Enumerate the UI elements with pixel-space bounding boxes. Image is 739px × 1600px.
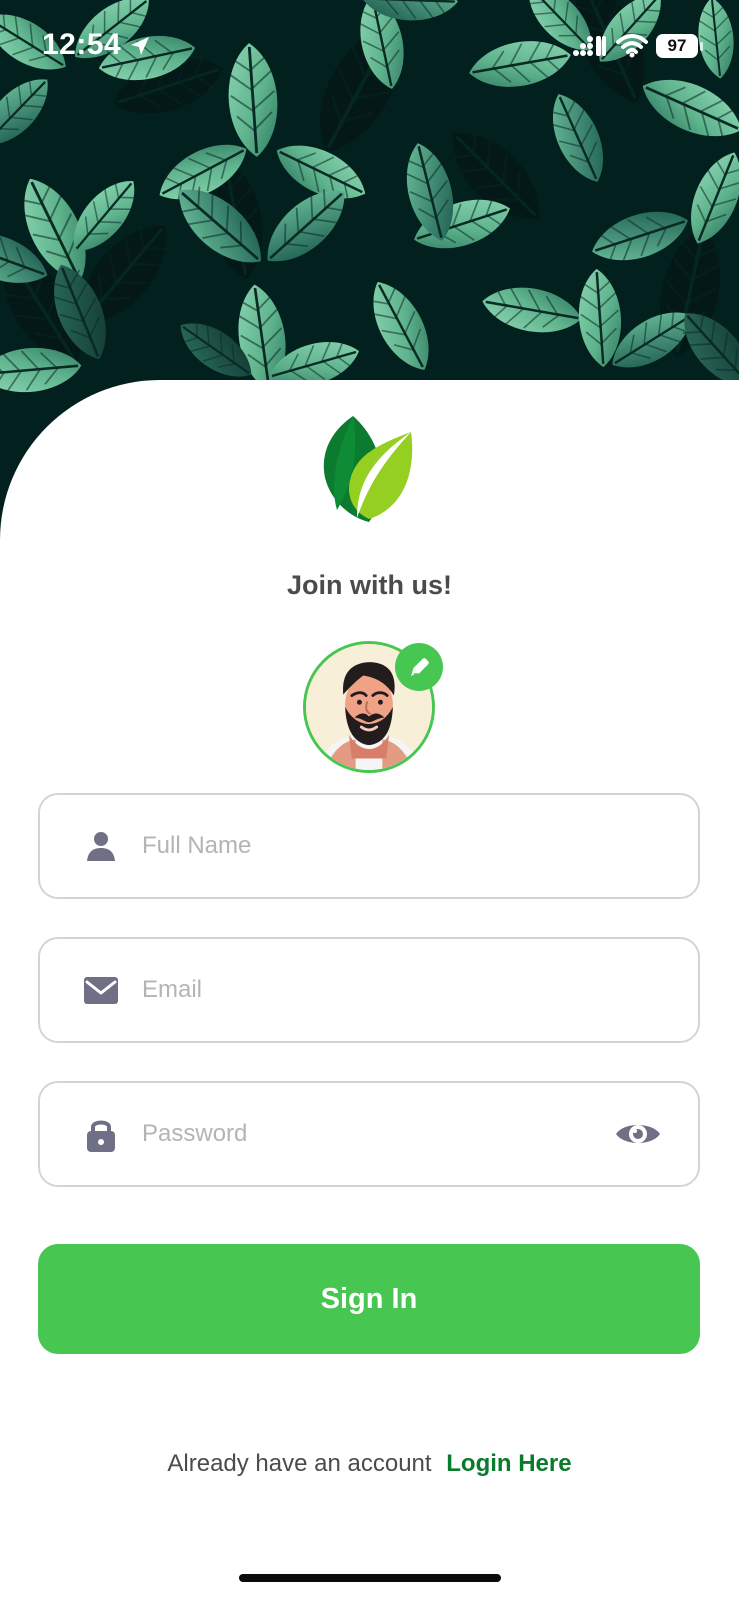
password-input[interactable] — [142, 1105, 592, 1163]
full-name-input[interactable] — [142, 817, 592, 875]
password-field[interactable] — [38, 1081, 700, 1187]
email-field[interactable] — [38, 937, 700, 1043]
home-indicator — [239, 1574, 501, 1582]
page-title: Join with us! — [287, 570, 452, 600]
sign-in-button[interactable]: Sign In — [38, 1244, 700, 1354]
status-bar: 12:54 97 — [0, 0, 739, 96]
pencil-icon — [410, 657, 429, 676]
cellular-signal-icon — [573, 36, 606, 56]
full-name-field[interactable] — [38, 793, 700, 899]
battery-level: 97 — [656, 34, 698, 58]
email-input[interactable] — [142, 961, 592, 1019]
lock-icon — [87, 1120, 115, 1152]
login-here-link[interactable]: Login Here — [446, 1450, 571, 1477]
location-arrow-icon — [131, 37, 149, 55]
edit-avatar-button[interactable] — [395, 643, 443, 691]
mail-icon — [84, 977, 118, 1004]
battery-cap — [700, 42, 703, 51]
signup-screen: 12:54 97 Join with us! Full Name Email S… — [0, 0, 739, 1600]
leaf-logo-icon — [323, 416, 413, 522]
user-icon — [87, 832, 115, 861]
login-prompt: Already have an account Login Here — [0, 1450, 739, 1478]
wifi-icon — [616, 34, 648, 58]
account-prompt-text: Already have an account — [167, 1450, 432, 1477]
status-time: 12:54 — [42, 28, 122, 61]
eye-icon[interactable] — [614, 1115, 662, 1153]
